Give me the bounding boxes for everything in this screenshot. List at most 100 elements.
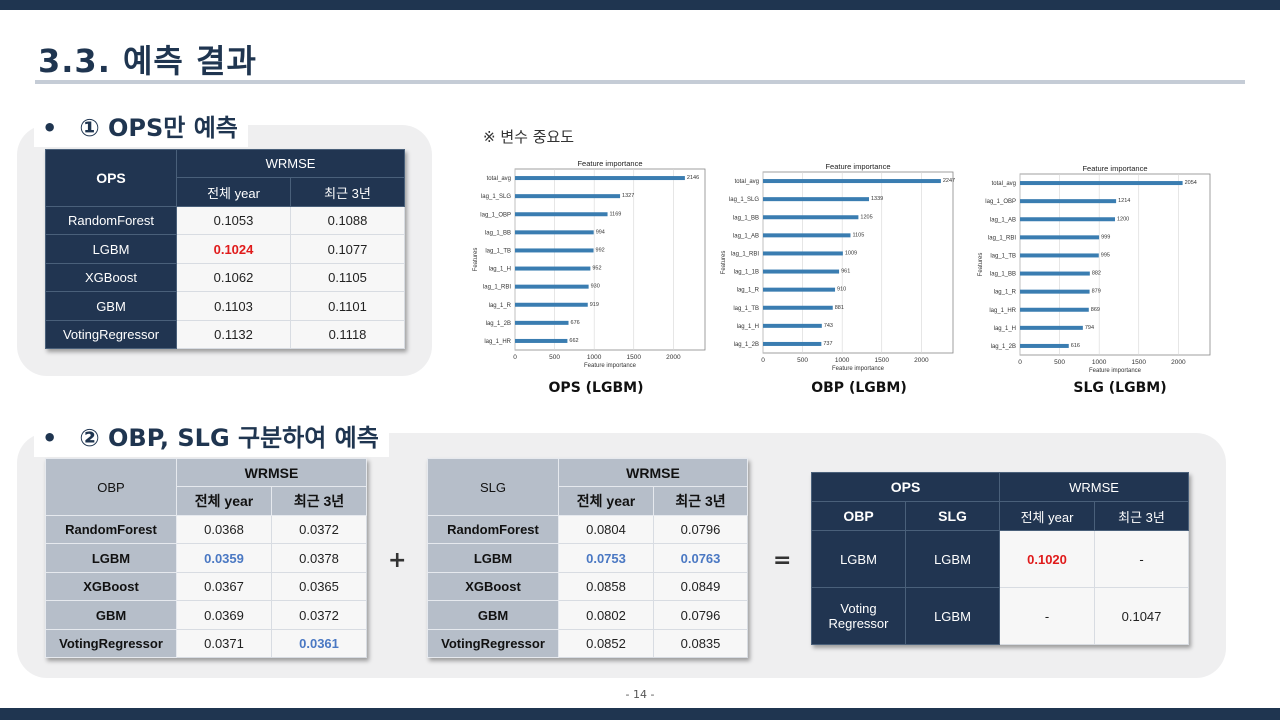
feature-label: lag_1_TB: [485, 248, 511, 254]
importance-bar: [1020, 343, 1069, 348]
chart-caption-slg: SLG (LGBM): [1073, 380, 1167, 396]
feature-label: lag_1_TB: [990, 253, 1016, 259]
value-label: 910: [837, 287, 846, 293]
value-label: 1200: [1117, 216, 1129, 222]
cell-all: 0.1132: [176, 320, 291, 349]
cell-all: 0.0852: [558, 629, 654, 658]
value-label: 743: [824, 323, 833, 329]
value-label: 1205: [860, 214, 872, 220]
importance-bar: [1020, 217, 1115, 222]
cell-recent-best: 0.0763: [652, 543, 749, 573]
importance-bar: [1020, 271, 1090, 276]
title-divider: [35, 80, 1245, 84]
feature-label: lag_1_BB: [990, 272, 1016, 278]
cell-all: 0.0369: [176, 600, 272, 630]
feature-label: lag_1_RBI: [483, 285, 511, 291]
row-label: VotingRegressor: [427, 629, 559, 658]
importance-bar: [515, 320, 569, 325]
value-label: 952: [592, 266, 601, 272]
cell-all: 0.1062: [176, 263, 291, 292]
value-label: 1105: [852, 232, 864, 238]
slg-header: SLG: [904, 501, 1001, 531]
importance-chart-ops: Feature importance 0 500 1000 1500 2000 Featur…: [473, 159, 706, 369]
feature-label: lag_1_SLG: [729, 197, 759, 203]
row-label: XGBoost: [427, 572, 559, 601]
obp-model: LGBM: [811, 530, 906, 588]
x-tick-label: 0: [761, 357, 765, 364]
value-label: 1169: [610, 211, 622, 217]
feature-label: lag_1_RBI: [988, 235, 1016, 241]
cell-recent-best: 0.0361: [270, 629, 368, 658]
cell-recent: 0.0378: [270, 543, 368, 573]
x-tick-label: 0: [513, 354, 517, 361]
cell-recent: 0.1105: [290, 263, 405, 292]
importance-bar: [1020, 181, 1183, 186]
cell-recent: 0.0796: [652, 600, 749, 630]
feature-label: lag_1_R: [737, 288, 760, 294]
section1-heading: • ① OPS만 예측: [34, 104, 248, 147]
row-label: LGBM: [427, 543, 559, 573]
cell-all-best: 0.0359: [176, 543, 272, 573]
ops-header: OPS: [810, 472, 1001, 502]
table-corner: OBP: [45, 458, 177, 516]
cell-all: 0.0368: [176, 515, 272, 544]
bottom-bar: [0, 708, 1280, 720]
cell-all: 0.1053: [176, 206, 291, 235]
y-axis-label: Features: [721, 251, 727, 275]
feature-label: lag_1_2B: [991, 344, 1016, 350]
importance-bar: [763, 233, 851, 238]
importance-bar: [515, 338, 568, 343]
value-label: 1214: [1118, 198, 1130, 204]
cell-all: -: [999, 587, 1096, 645]
x-tick-label: 1000: [587, 354, 602, 361]
plot-title: Feature importance: [825, 162, 890, 171]
row-label: XGBoost: [45, 263, 177, 292]
page-title: 3.3. 예측 결과: [38, 42, 257, 80]
value-label: 1327: [622, 193, 634, 199]
x-tick-label: 500: [797, 357, 808, 364]
importance-bar: [763, 305, 833, 310]
feature-label: lag_1_SLG: [481, 194, 511, 200]
page-number: - 14 -: [625, 688, 655, 701]
feature-label: lag_1_H: [489, 267, 511, 273]
cell-recent: 0.1101: [290, 291, 405, 321]
cell-recent: 0.1077: [290, 234, 405, 264]
col-header-all: 전체 year: [558, 486, 654, 516]
importance-title: ※ 변수 중요도: [483, 128, 575, 146]
row-label: GBM: [45, 291, 177, 321]
obp-header: OBP: [811, 501, 906, 531]
cell-all-best: 0.1020: [999, 530, 1096, 588]
row-label: VotingRegressor: [45, 320, 177, 349]
y-axis-label: Features: [978, 253, 984, 277]
importance-bar: [763, 341, 822, 346]
feature-label: lag_1_2B: [734, 342, 759, 348]
importance-bar: [515, 302, 588, 307]
x-tick-label: 1500: [627, 354, 642, 361]
row-label: RandomForest: [427, 515, 559, 544]
feature-label: lag_1_BB: [485, 230, 511, 236]
importance-bar: [1020, 325, 1083, 330]
cell-recent: 0.0849: [652, 572, 749, 601]
chart-caption-ops: OPS (LGBM): [548, 380, 644, 396]
value-label: 616: [1071, 343, 1080, 349]
row-label: GBM: [45, 600, 177, 630]
importance-bar: [763, 197, 870, 202]
plot-title: Feature importance: [577, 159, 642, 168]
x-tick-label: 1500: [875, 357, 890, 364]
value-label: 1009: [845, 250, 857, 256]
feature-label: total_avg: [487, 176, 511, 182]
row-label: GBM: [427, 600, 559, 630]
cell-recent: 0.0372: [270, 515, 368, 544]
row-label: LGBM: [45, 234, 177, 264]
feature-label: lag_1_OBP: [480, 212, 511, 218]
top-bar: [0, 0, 1280, 10]
col-header-all: 전체 year: [176, 486, 272, 516]
importance-bar: [515, 284, 589, 289]
equals-sign: =: [773, 548, 792, 573]
x-tick-label: 1000: [1092, 359, 1107, 366]
importance-bar: [763, 323, 822, 328]
value-label: 2247: [943, 178, 955, 184]
feature-label: total_avg: [992, 181, 1016, 187]
cell-recent: 0.1047: [1094, 587, 1190, 645]
importance-bar: [1020, 307, 1089, 312]
